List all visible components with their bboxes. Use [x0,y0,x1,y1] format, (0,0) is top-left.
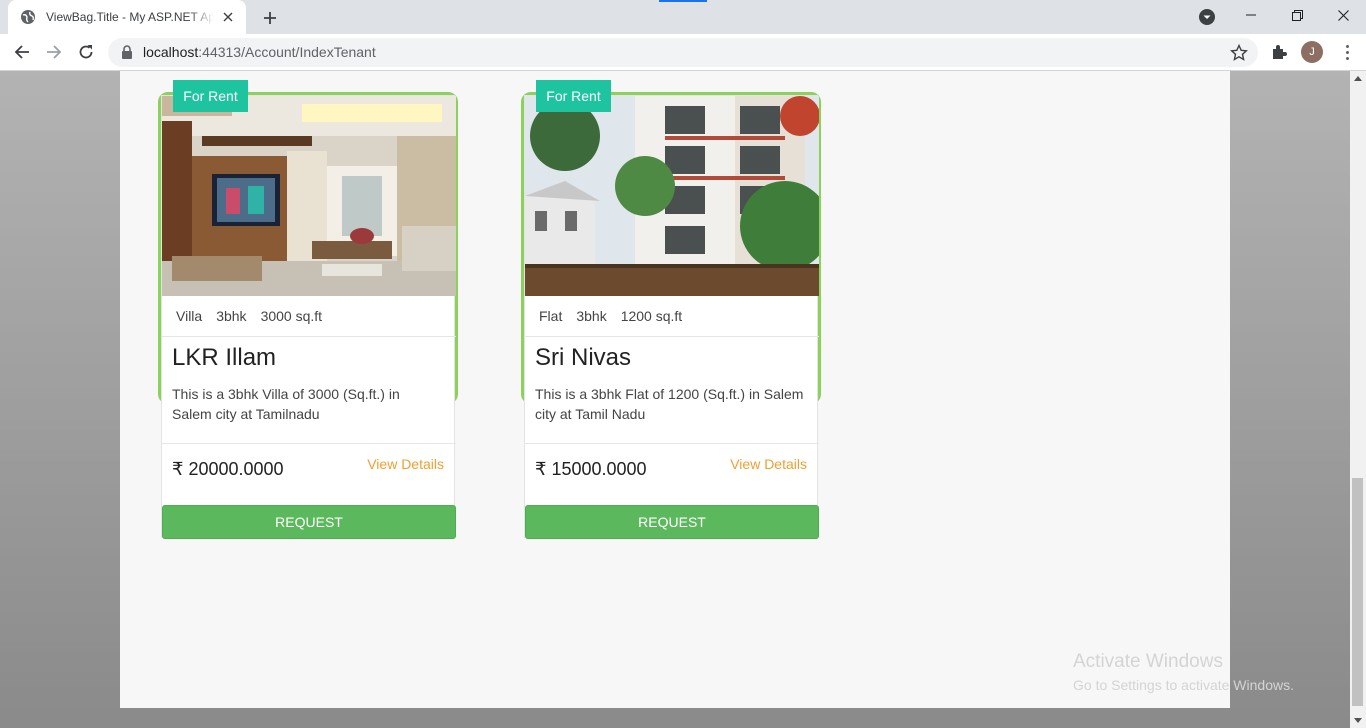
card-divider [525,443,819,444]
restore-icon[interactable] [1274,0,1320,30]
profile-avatar[interactable]: J [1301,41,1323,63]
property-description: This is a 3bhk Villa of 3000 (Sq.ft.) in… [172,386,400,422]
property-bhk: 3bhk [576,308,607,324]
for-rent-badge: For Rent [536,80,611,112]
tab-close-icon[interactable] [220,9,236,25]
property-bhk: 3bhk [216,308,247,324]
for-rent-badge: For Rent [173,80,248,112]
page-viewport: Villa 3bhk 3000 sq.ft LKR Illam This is … [0,71,1350,728]
property-price: ₹ 20000.0000 [172,459,284,479]
property-area: 1200 sq.ft [620,308,683,324]
new-tab-icon[interactable] [258,6,282,30]
globe-icon [21,10,35,24]
lock-icon [122,45,132,59]
minimize-icon[interactable] [1228,0,1274,30]
property-description: This is a 3bhk Flat of 1200 (Sq.ft.) in … [535,386,804,422]
view-details-link[interactable]: View Details [367,456,444,472]
property-price: ₹ 15000.0000 [535,459,647,479]
forward-arrow-icon[interactable] [42,40,66,64]
url-host: localhost [143,44,199,60]
bookmark-star-icon[interactable] [1230,44,1248,62]
property-type: Villa [176,308,203,324]
card-divider [162,443,456,444]
scroll-down-icon[interactable] [1354,718,1362,723]
tab-search-icon[interactable] [1198,8,1216,26]
property-specs: Villa 3bhk 3000 sq.ft [162,296,456,337]
property-title: Sri Nivas [535,344,632,371]
card-body: Villa 3bhk 3000 sq.ft LKR Illam This is … [161,95,456,539]
request-button[interactable]: REQUEST [525,505,819,539]
tab-title: ViewBag.Title - My ASP.NET Application [46,10,214,24]
url-text: localhost:44313/Account/IndexTenant [143,44,376,60]
card-body: Flat 3bhk 1200 sq.ft Sri Nivas This is a… [524,95,819,539]
vertical-scrollbar[interactable] [1350,71,1366,728]
browser-tab-bar: ViewBag.Title - My ASP.NET Application [0,0,1366,34]
scrollbar-thumb[interactable] [1352,478,1363,706]
tab-strip-indicator [659,0,707,2]
reload-icon[interactable] [74,40,98,64]
apartment-building-photo [525,96,819,296]
living-room-photo [162,96,456,296]
back-arrow-icon[interactable] [10,40,34,64]
property-area: 3000 sq.ft [260,308,323,324]
property-specs: Flat 3bhk 1200 sq.ft [525,296,819,337]
property-type: Flat [539,308,563,324]
request-button[interactable]: REQUEST [162,505,456,539]
extensions-puzzle-icon[interactable] [1270,43,1288,61]
scroll-up-icon[interactable] [1354,76,1362,81]
url-path: :44313/Account/IndexTenant [198,44,376,60]
address-bar[interactable]: localhost:44313/Account/IndexTenant [108,38,1258,67]
property-title: LKR Illam [172,344,277,371]
browser-toolbar: localhost:44313/Account/IndexTenant J [0,34,1366,71]
main-content: Villa 3bhk 3000 sq.ft LKR Illam This is … [120,71,1230,708]
browser-tab[interactable]: ViewBag.Title - My ASP.NET Application [8,0,246,34]
browser-menu-icon[interactable] [1337,42,1357,62]
close-window-icon[interactable] [1320,0,1366,30]
view-details-link[interactable]: View Details [730,456,807,472]
